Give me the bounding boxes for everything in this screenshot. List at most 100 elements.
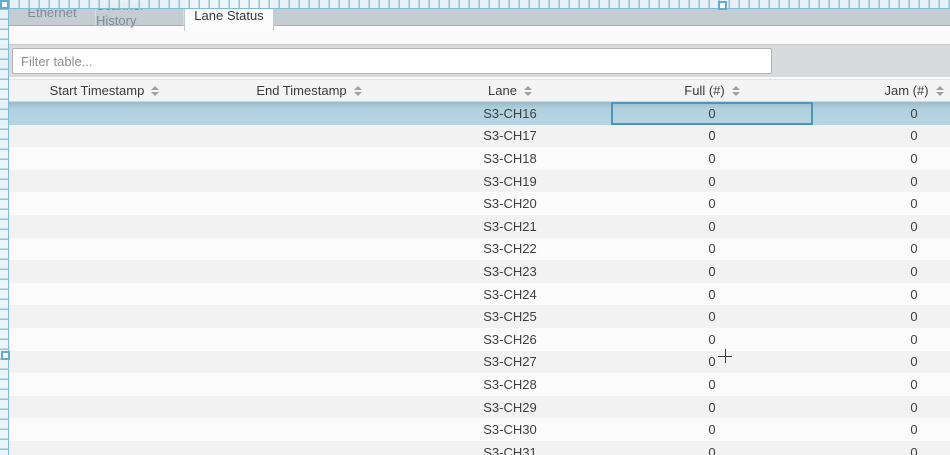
cell-jam[interactable]: 0 [813,192,950,215]
cell-jam[interactable]: 0 [813,305,950,328]
cell-start-timestamp[interactable] [0,238,209,261]
cell-start-timestamp[interactable] [0,260,209,283]
cell-jam[interactable]: 0 [813,418,950,441]
cell-jam[interactable]: 0 [813,125,950,148]
cell-start-timestamp[interactable] [0,283,209,306]
cell-jam[interactable]: 0 [813,215,950,238]
cell-jam[interactable]: 0 [813,170,950,193]
cell-full[interactable]: 0 [611,328,813,351]
cell-start-timestamp[interactable] [0,170,209,193]
cell-full[interactable]: 0 [611,305,813,328]
column-header-end-timestamp[interactable]: End Timestamp [209,80,409,101]
table-row[interactable]: S3-CH31 0 0 [0,441,950,455]
cell-end-timestamp[interactable] [209,373,409,396]
column-header-full[interactable]: Full (#) [611,80,813,101]
cell-full[interactable]: 0 [611,147,813,170]
table-row[interactable]: S3-CH27 0 0 [0,351,950,374]
cell-lane[interactable]: S3-CH20 [409,192,611,215]
cell-lane[interactable]: S3-CH23 [409,260,611,283]
table-row[interactable]: S3-CH25 0 0 [0,305,950,328]
cell-jam[interactable]: 0 [813,351,950,374]
cell-full[interactable]: 0 [611,396,813,419]
cell-end-timestamp[interactable] [209,396,409,419]
cell-jam[interactable]: 0 [813,283,950,306]
cell-jam[interactable]: 0 [813,238,950,261]
table-row[interactable]: S3-CH28 0 0 [0,373,950,396]
column-header-jam[interactable]: Jam (#) [813,80,950,101]
cell-end-timestamp[interactable] [209,125,409,148]
selection-handle-left-center[interactable] [1,351,10,360]
cell-lane[interactable]: S3-CH29 [409,396,611,419]
cell-end-timestamp[interactable] [209,418,409,441]
cell-start-timestamp[interactable] [0,215,209,238]
column-header-lane[interactable]: Lane [409,80,611,101]
filter-input[interactable] [12,48,772,74]
cell-start-timestamp[interactable] [0,418,209,441]
cell-lane[interactable]: S3-CH22 [409,238,611,261]
selection-handle-top-left[interactable] [0,0,9,9]
cell-start-timestamp[interactable] [0,328,209,351]
table-row[interactable]: S3-CH22 0 0 [0,238,950,261]
cell-end-timestamp[interactable] [209,147,409,170]
cell-jam[interactable]: 0 [813,328,950,351]
cell-lane[interactable]: S3-CH18 [409,147,611,170]
cell-jam[interactable]: 0 [813,396,950,419]
cell-end-timestamp[interactable] [209,170,409,193]
cell-end-timestamp[interactable] [209,238,409,261]
cell-start-timestamp[interactable] [0,351,209,374]
cell-lane[interactable]: S3-CH27 [409,351,611,374]
cell-end-timestamp[interactable] [209,441,409,455]
cell-full[interactable]: 0 [611,418,813,441]
cell-start-timestamp[interactable] [0,102,209,125]
cell-jam[interactable]: 0 [813,441,950,455]
table-row[interactable]: S3-CH23 0 0 [0,260,950,283]
cell-jam[interactable]: 0 [813,147,950,170]
cell-start-timestamp[interactable] [0,441,209,455]
cell-full[interactable]: 0 [611,238,813,261]
table-row[interactable]: S3-CH21 0 0 [0,215,950,238]
cell-full[interactable]: 0 [611,215,813,238]
cell-start-timestamp[interactable] [0,305,209,328]
cell-end-timestamp[interactable] [209,192,409,215]
cell-lane[interactable]: S3-CH28 [409,373,611,396]
column-header-start-timestamp[interactable]: Start Timestamp [0,80,209,101]
cell-end-timestamp[interactable] [209,351,409,374]
cell-full[interactable]: 0 [611,351,813,374]
cell-jam[interactable]: 0 [813,373,950,396]
cell-lane[interactable]: S3-CH19 [409,170,611,193]
selection-handle-top-center[interactable] [718,1,727,10]
table-row[interactable]: S3-CH16 0 0 [0,102,950,125]
table-row[interactable]: S3-CH30 0 0 [0,418,950,441]
cell-full[interactable]: 0 [611,170,813,193]
table-row[interactable]: S3-CH26 0 0 [0,328,950,351]
cell-end-timestamp[interactable] [209,328,409,351]
table-row[interactable]: S3-CH17 0 0 [0,125,950,148]
cell-start-timestamp[interactable] [0,396,209,419]
cell-start-timestamp[interactable] [0,125,209,148]
cell-full[interactable]: 0 [611,283,813,306]
cell-full[interactable]: 0 [611,125,813,148]
cell-start-timestamp[interactable] [0,192,209,215]
cell-full[interactable]: 0 [611,373,813,396]
cell-start-timestamp[interactable] [0,373,209,396]
cell-jam[interactable]: 0 [813,260,950,283]
cell-end-timestamp[interactable] [209,102,409,125]
cell-end-timestamp[interactable] [209,305,409,328]
table-row[interactable]: S3-CH29 0 0 [0,396,950,419]
cell-full[interactable]: 0 [611,192,813,215]
cell-lane[interactable]: S3-CH26 [409,328,611,351]
cell-lane[interactable]: S3-CH24 [409,283,611,306]
cell-lane[interactable]: S3-CH21 [409,215,611,238]
cell-end-timestamp[interactable] [209,215,409,238]
cell-start-timestamp[interactable] [0,147,209,170]
cell-end-timestamp[interactable] [209,283,409,306]
cell-lane[interactable]: S3-CH31 [409,441,611,455]
table-row[interactable]: S3-CH24 0 0 [0,283,950,306]
cell-full[interactable]: 0 [611,102,813,125]
table-row[interactable]: S3-CH19 0 0 [0,170,950,193]
cell-full[interactable]: 0 [611,260,813,283]
cell-end-timestamp[interactable] [209,260,409,283]
cell-full[interactable]: 0 [611,441,813,455]
table-row[interactable]: S3-CH20 0 0 [0,192,950,215]
cell-lane[interactable]: S3-CH16 [409,102,611,125]
